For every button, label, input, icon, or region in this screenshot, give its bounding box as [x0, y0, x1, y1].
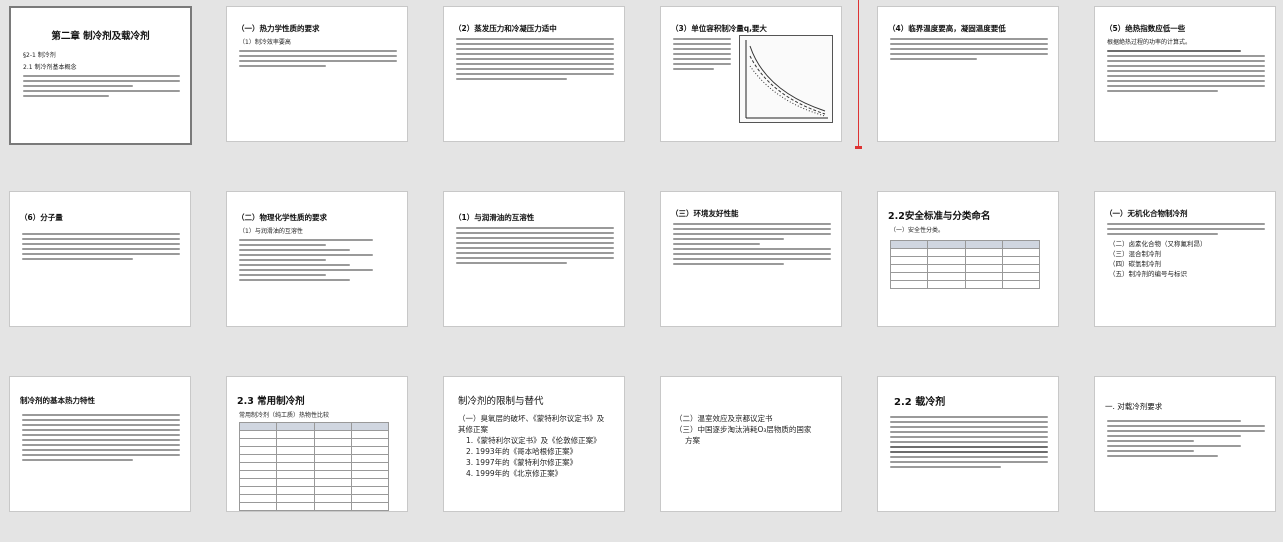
- slide-thumbnail-17[interactable]: 2.2 载冷剂: [877, 376, 1059, 512]
- slide-title: 2.2安全标准与分类命名: [888, 211, 991, 222]
- slide-body-text: [1107, 50, 1265, 92]
- insertion-marker: [858, 0, 859, 148]
- slide-body-text: [23, 75, 180, 97]
- slide-title: 2.3 常用制冷剂: [237, 396, 305, 407]
- slide-thumbnail-2[interactable]: （一）热力学性质的要求 （1）制冷效率要高: [226, 6, 408, 142]
- slide-body-text: [456, 227, 614, 264]
- slide-body-text: [673, 38, 731, 70]
- slide-thumbnail-1[interactable]: 第二章 制冷剂及载冷剂 §2-1 制冷剂 2.1 制冷剂基本概念: [9, 6, 192, 145]
- slide-title: 第二章 制冷剂及载冷剂: [51, 31, 150, 42]
- slide-title: （5）绝热指数应低一些: [1105, 24, 1186, 33]
- slide-body-text: [1107, 223, 1265, 235]
- slide-thumbnail-14[interactable]: 2.3 常用制冷剂 常用制冷剂（纯工质）热物性比较: [226, 376, 408, 512]
- slide-title: （一）无机化合物制冷剂: [1105, 209, 1188, 218]
- refrigerant-table: [238, 422, 390, 511]
- slide-subtitle: 根据絶热过程的功率的计算式。: [1107, 39, 1192, 46]
- bullet-item: （三）中国逐步淘汰消耗O₃层物质的国家: [675, 425, 812, 434]
- bullet-item: （一）臭氧层的破坏、《蒙特利尔议定书》及: [458, 414, 605, 423]
- slide-thumbnail-11[interactable]: 2.2安全标准与分类命名 （一）安全性分类。: [877, 191, 1059, 327]
- slide-subtitle: 常用制冷剂（纯工质）热物性比较: [239, 412, 330, 419]
- slide-title: （3）单位容积制冷量q,要大: [671, 24, 767, 33]
- slide-thumbnail-9[interactable]: （1）与润滑油的互溶性: [443, 191, 625, 327]
- slide-title: （1）与润滑油的互溶性: [454, 213, 535, 222]
- slide-thumbnail-12[interactable]: （一）无机化合物制冷剂 （二）卤素化合物（又称氟利昂） （三）混合制冷剂 （四）…: [1094, 191, 1276, 327]
- slide-thumbnail-8[interactable]: （二）物理化学性质的要求 （1）与润滑油的互溶性: [226, 191, 408, 327]
- bullet-item: 4. 1999年的《北京修正案》: [466, 469, 563, 478]
- bullet-item: （五）制冷剂的编号与标识: [1109, 270, 1187, 278]
- slide-thumbnail-3[interactable]: （2）蒸发压力和冷凝压力适中: [443, 6, 625, 142]
- slide-body-text: [890, 38, 1048, 60]
- bullet-item: 其修正案: [458, 425, 488, 434]
- slide-title: 制冷剂的限制与替代: [458, 396, 544, 407]
- slide-bullet-list: （二）温室效应及京都议定书 （三）中国逐步淘汰消耗O₃层物质的国家 方案: [675, 413, 841, 446]
- slide-title: 制冷剂的基本热力特性: [20, 396, 95, 405]
- slide-thumbnail-15[interactable]: 制冷剂的限制与替代 （一）臭氧层的破坏、《蒙特利尔议定书》及 其修正案 1.《蒙…: [443, 376, 625, 512]
- slide-thumbnail-13[interactable]: 制冷剂的基本热力特性: [9, 376, 191, 512]
- slide-body-text: [456, 38, 614, 80]
- slide-body-text: [22, 233, 180, 260]
- bullet-item: 1.《蒙特利尔议定书》及《伦敦修正案》: [466, 436, 601, 445]
- slide-subtitle: （一）安全性分类。: [890, 227, 945, 234]
- slide-thumbnail-7[interactable]: （6）分子量: [9, 191, 191, 327]
- slide-body-text: [239, 50, 397, 67]
- slide-title: （三）环境友好性能: [671, 209, 739, 218]
- slide-title: （6）分子量: [20, 213, 63, 222]
- bullet-item: 3. 1997年的《蒙特利尔修正案》: [466, 458, 578, 467]
- slide-body-text: [22, 414, 180, 461]
- slide-thumbnail-4[interactable]: （3）单位容积制冷量q,要大: [660, 6, 842, 142]
- bullet-item: （三）混合制冷剂: [1109, 250, 1161, 258]
- slide-body-text: [1107, 420, 1265, 457]
- safety-table: [889, 240, 1041, 289]
- slide-title: （2）蒸发压力和冷凝压力适中: [454, 24, 557, 33]
- slide-subtitle: （1）制冷效率要高: [239, 39, 291, 46]
- slide-subtitle: §2-1 制冷剂: [23, 52, 56, 59]
- chart-graphic: [745, 40, 828, 119]
- slide-title: 一. 对载冷剂要求: [1105, 402, 1163, 411]
- bullet-item: 2. 1993年的《哥本哈根修正案》: [466, 447, 578, 456]
- slide-subtitle: 2.1 制冷剂基本概念: [23, 64, 77, 71]
- slide-title: （一）热力学性质的要求: [237, 24, 320, 33]
- slide-thumbnail-6[interactable]: （5）绝热指数应低一些 根据絶热过程的功率的计算式。: [1094, 6, 1276, 142]
- slide-body-text: [673, 223, 831, 265]
- slide-thumbnail-18[interactable]: 一. 对载冷剂要求: [1094, 376, 1276, 512]
- bullet-item: （四）碳氢制冷剂: [1109, 260, 1161, 268]
- slide-sorter: 第二章 制冷剂及载冷剂 §2-1 制冷剂 2.1 制冷剂基本概念 （一）热力学性…: [0, 0, 1283, 542]
- slide-body-text: [890, 416, 1048, 468]
- insertion-marker-end: [855, 146, 862, 149]
- chart-image: [739, 35, 833, 123]
- slide-title: （4）临界温度要高，凝固温度要低: [888, 24, 1006, 33]
- slide-body-text: [239, 239, 397, 281]
- slide-title: （二）物理化学性质的要求: [237, 213, 327, 222]
- slide-thumbnail-5[interactable]: （4）临界温度要高，凝固温度要低: [877, 6, 1059, 142]
- bullet-item: （二）温室效应及京都议定书: [675, 414, 773, 423]
- bullet-item: （二）卤素化合物（又称氟利昂）: [1109, 240, 1207, 248]
- bullet-item: 方案: [685, 436, 700, 445]
- slide-bullet-list: （二）卤素化合物（又称氟利昂） （三）混合制冷剂 （四）碳氢制冷剂 （五）制冷剂…: [1109, 239, 1275, 279]
- slide-thumbnail-16[interactable]: （二）温室效应及京都议定书 （三）中国逐步淘汰消耗O₃层物质的国家 方案: [660, 376, 842, 512]
- slide-bullet-list: （一）臭氧层的破坏、《蒙特利尔议定书》及 其修正案 1.《蒙特利尔议定书》及《伦…: [458, 413, 624, 479]
- slide-thumbnail-10[interactable]: （三）环境友好性能: [660, 191, 842, 327]
- slide-title: 2.2 载冷剂: [894, 397, 946, 408]
- slide-subtitle: （1）与润滑油的互溶性: [239, 228, 303, 235]
